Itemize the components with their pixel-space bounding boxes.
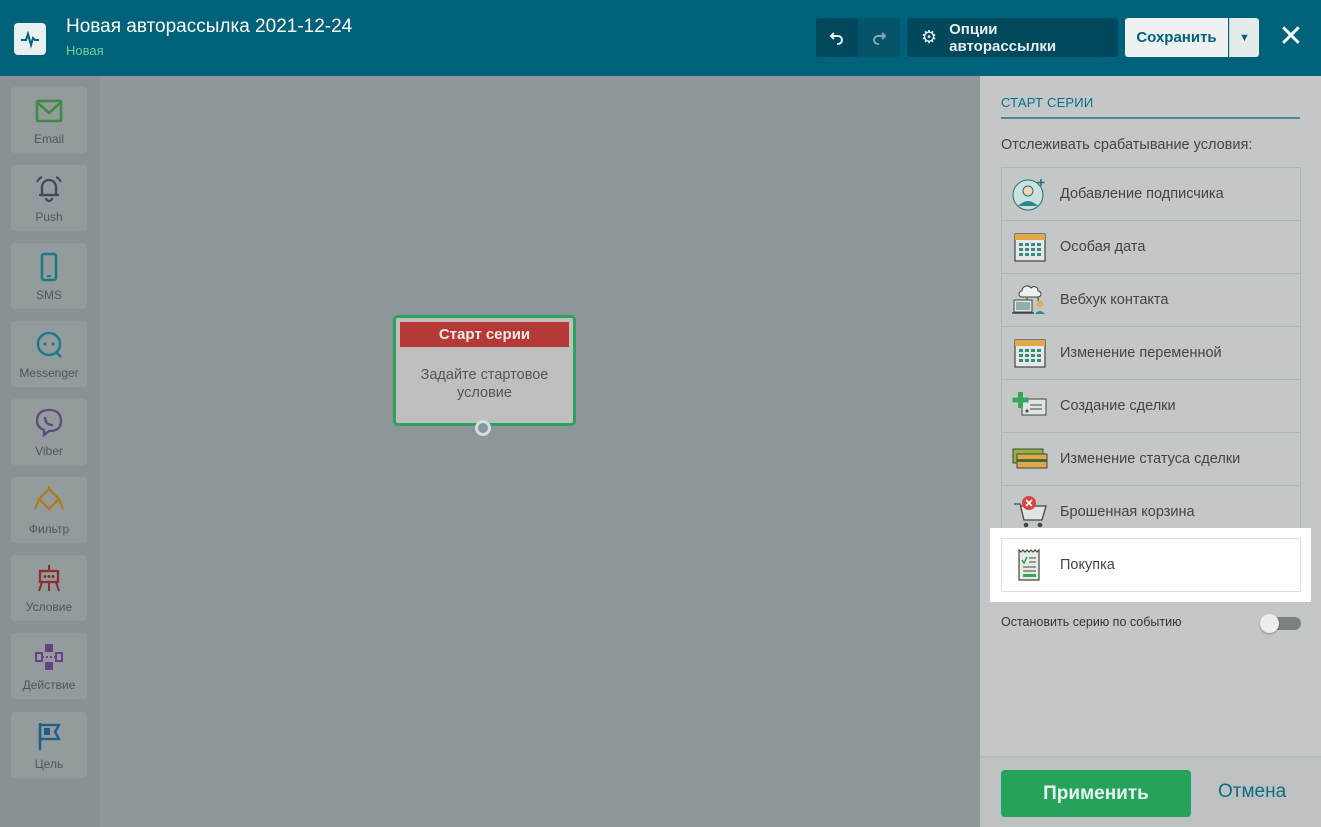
tool-goal[interactable]: Цель <box>11 712 87 778</box>
condition-contact-webhook[interactable]: Вебхук контакта <box>1002 274 1300 327</box>
tool-viber[interactable]: Viber <box>11 399 87 465</box>
panel-divider <box>1001 117 1300 119</box>
chat-icon <box>36 331 62 358</box>
subscriber-add-icon <box>1012 179 1045 211</box>
save-button[interactable]: Сохранить <box>1125 18 1228 57</box>
tool-action[interactable]: Действие <box>11 633 87 699</box>
gear-icon: ⚙ <box>921 27 938 47</box>
receipt-icon <box>1018 548 1040 581</box>
start-node-title: Старт серии <box>400 322 569 347</box>
toolbox-sidebar: Email Push SMS Messenger Viber Фильтр Ус… <box>0 76 100 827</box>
redo-button[interactable] <box>858 18 900 57</box>
toggle-knob <box>1260 614 1279 633</box>
email-icon <box>35 99 63 123</box>
tool-label: SMS <box>35 288 62 302</box>
tool-label: Действие <box>22 678 76 692</box>
condition-label: Покупка <box>1060 557 1115 573</box>
tool-label: Условие <box>25 600 73 614</box>
history-controls <box>816 18 900 57</box>
deal-status-icon <box>1012 448 1048 469</box>
settings-panel: СТАРТ СЕРИИ Отслеживать срабатывание усл… <box>980 76 1321 827</box>
calendar-icon <box>1014 233 1046 262</box>
viber-icon <box>35 408 63 438</box>
undo-button[interactable] <box>816 18 858 57</box>
top-header: Новая авторассылка 2021-12-24 Новая ⚙ Оп… <box>0 0 1321 76</box>
highlight-spotlight: Покупка <box>990 528 1311 602</box>
tool-label: Messenger <box>19 366 79 380</box>
deal-create-icon <box>1012 392 1047 416</box>
apply-button[interactable]: Применить <box>1001 770 1191 817</box>
webhook-icon <box>1012 285 1045 314</box>
tool-label: Фильтр <box>28 522 70 536</box>
condition-label: Изменение переменной <box>1060 345 1222 361</box>
chevron-down-icon: ▼ <box>1239 31 1250 44</box>
tool-push[interactable]: Push <box>11 165 87 231</box>
save-dropdown-button[interactable]: ▼ <box>1229 18 1259 57</box>
condition-label: Брошенная корзина <box>1060 504 1195 520</box>
condition-label: Особая дата <box>1060 239 1146 255</box>
undo-icon <box>829 31 843 45</box>
condition-deal-create[interactable]: Создание сделки <box>1002 380 1300 433</box>
close-button[interactable]: ✕ <box>1277 22 1305 52</box>
action-icon <box>35 644 63 670</box>
close-icon: ✕ <box>1278 20 1304 53</box>
status-label: Новая <box>66 43 104 58</box>
condition-label: Создание сделки <box>1060 398 1176 414</box>
cancel-button[interactable]: Отмена <box>1218 781 1286 803</box>
bell-icon <box>36 176 62 203</box>
cart-icon <box>1014 496 1047 528</box>
tool-label: Email <box>33 132 64 146</box>
panel-subtitle: Отслеживать срабатывание условия: <box>1001 137 1253 153</box>
condition-subscriber-add[interactable]: Добавление подписчика <box>1002 168 1300 221</box>
condition-purchase[interactable]: Покупка <box>1001 538 1301 592</box>
condition-label: Вебхук контакта <box>1060 292 1169 308</box>
pulse-logo-icon[interactable] <box>14 23 46 55</box>
condition-icon <box>38 565 60 592</box>
tool-label: Viber <box>35 444 63 458</box>
calendar-icon <box>1014 339 1046 368</box>
tool-email[interactable]: Email <box>11 87 87 153</box>
tool-messenger[interactable]: Messenger <box>11 321 87 387</box>
save-group: Сохранить ▼ <box>1125 18 1259 57</box>
panel-title: СТАРТ СЕРИИ <box>1001 95 1094 110</box>
condition-special-date[interactable]: Особая дата <box>1002 221 1300 274</box>
series-options-label: Опции авторассылки <box>949 20 1057 55</box>
tool-label: Push <box>35 210 63 224</box>
condition-deal-status[interactable]: Изменение статуса сделки <box>1002 433 1300 486</box>
condition-label: Добавление подписчика <box>1060 186 1224 202</box>
panel-footer: Применить Отмена <box>980 756 1321 827</box>
flag-icon <box>38 723 61 750</box>
phone-icon <box>40 252 58 282</box>
tool-label: Цель <box>34 757 64 771</box>
start-node-hint: Задайте стартовое условие <box>420 367 549 401</box>
redo-icon <box>873 31 887 45</box>
filter-icon <box>34 486 64 511</box>
page-title[interactable]: Новая авторассылка 2021-12-24 <box>66 16 352 38</box>
condition-list: Добавление подписчика Особая дата Вебхук… <box>1001 167 1301 539</box>
tool-sms[interactable]: SMS <box>11 243 87 309</box>
start-node-output-port[interactable] <box>475 420 491 436</box>
stop-series-label: Остановить серию по событию <box>1001 615 1182 629</box>
condition-label: Изменение статуса сделки <box>1060 451 1241 467</box>
tool-condition[interactable]: Условие <box>11 555 87 621</box>
series-options-button[interactable]: ⚙ Опции авторассылки <box>907 18 1118 57</box>
start-node[interactable]: Старт серии Задайте стартовое условие <box>393 315 576 436</box>
workflow-canvas[interactable]: Старт серии Задайте стартовое условие <box>100 76 980 827</box>
stop-series-toggle[interactable] <box>1260 614 1301 633</box>
tool-filter[interactable]: Фильтр <box>11 477 87 543</box>
condition-variable-change[interactable]: Изменение переменной <box>1002 327 1300 380</box>
